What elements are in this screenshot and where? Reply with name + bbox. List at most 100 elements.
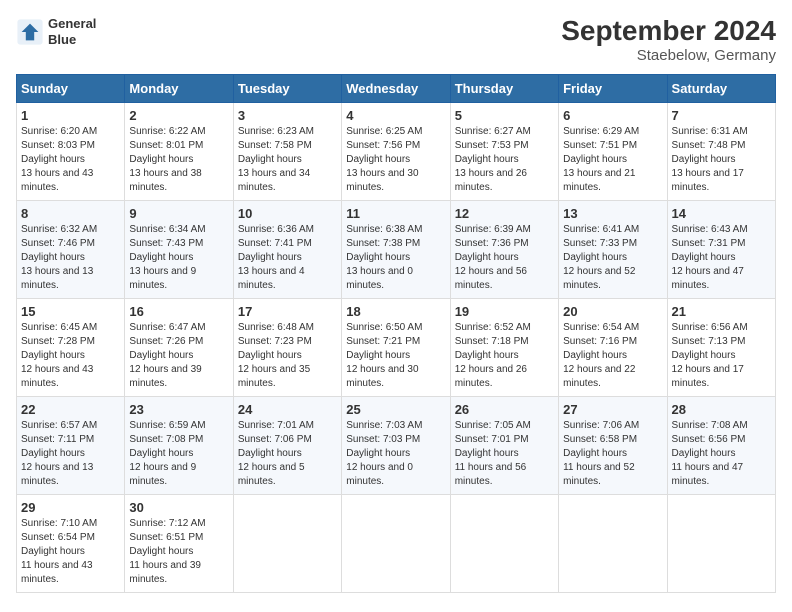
calendar-cell: 21Sunrise: 6:56 AMSunset: 7:13 PMDayligh… [667, 298, 775, 396]
weekday-header-row: SundayMondayTuesdayWednesdayThursdayFrid… [17, 74, 776, 102]
day-info: Sunrise: 6:57 AMSunset: 7:11 PMDaylight … [21, 419, 120, 489]
calendar-cell: 24Sunrise: 7:01 AMSunset: 7:06 PMDayligh… [233, 396, 341, 494]
calendar-cell: 2Sunrise: 6:22 AMSunset: 8:01 PMDaylight… [125, 102, 233, 200]
day-number: 14 [672, 206, 771, 221]
day-info: Sunrise: 6:27 AMSunset: 7:53 PMDaylight … [455, 125, 554, 195]
day-number: 25 [346, 402, 445, 417]
weekday-header-monday: Monday [125, 74, 233, 102]
day-info: Sunrise: 6:52 AMSunset: 7:18 PMDaylight … [455, 321, 554, 391]
day-number: 16 [129, 304, 228, 319]
calendar-cell: 13Sunrise: 6:41 AMSunset: 7:33 PMDayligh… [559, 200, 667, 298]
calendar-cell: 16 Sunrise: 6:47 AMSunset: 7:26 PMDayligh… [125, 298, 233, 396]
day-number: 7 [672, 108, 771, 123]
day-number: 22 [21, 402, 120, 417]
day-number: 6 [563, 108, 662, 123]
calendar-cell [342, 494, 450, 592]
calendar-cell: 14Sunrise: 6:43 AMSunset: 7:31 PMDayligh… [667, 200, 775, 298]
day-info: Sunrise: 7:08 AMSunset: 6:56 PMDaylight … [672, 419, 771, 489]
day-number: 26 [455, 402, 554, 417]
calendar-cell: 25 Sunrise: 7:03 AMSunset: 7:03 PMDayligh… [342, 396, 450, 494]
day-number: 27 [563, 402, 662, 417]
day-info: Sunrise: 6:20 AMSunset: 8:03 PMDaylight … [21, 125, 120, 195]
week-row-4: 22 Sunrise: 6:57 AMSunset: 7:11 PMDayligh… [17, 396, 776, 494]
week-row-3: 15 Sunrise: 6:45 AMSunset: 7:28 PMDayligh… [17, 298, 776, 396]
calendar-cell [450, 494, 558, 592]
calendar-cell: 10Sunrise: 6:36 AMSunset: 7:41 PMDayligh… [233, 200, 341, 298]
calendar-cell: 30 Sunrise: 7:12 AMSunset: 6:51 PMDayligh… [125, 494, 233, 592]
weekday-header-thursday: Thursday [450, 74, 558, 102]
day-number: 8 [21, 206, 120, 221]
day-info: Sunrise: 6:25 AMSunset: 7:56 PMDaylight … [346, 125, 445, 195]
day-number: 19 [455, 304, 554, 319]
calendar-cell: 4 Sunrise: 6:25 AMSunset: 7:56 PMDaylight… [342, 102, 450, 200]
calendar-cell: 5 Sunrise: 6:27 AMSunset: 7:53 PMDaylight… [450, 102, 558, 200]
day-info: Sunrise: 6:59 AMSunset: 7:08 PMDaylight … [129, 419, 228, 489]
day-info: Sunrise: 6:38 AMSunset: 7:38 PMDaylight … [346, 223, 445, 293]
calendar-cell [559, 494, 667, 592]
week-row-1: 1 Sunrise: 6:20 AMSunset: 8:03 PMDaylight… [17, 102, 776, 200]
day-number: 15 [21, 304, 120, 319]
day-info: Sunrise: 7:06 AMSunset: 6:58 PMDaylight … [563, 419, 662, 489]
page-subtitle: Staebelow, Germany [561, 47, 776, 64]
weekday-header-saturday: Saturday [667, 74, 775, 102]
day-info: Sunrise: 6:50 AMSunset: 7:21 PMDaylight … [346, 321, 445, 391]
day-number: 23 [129, 402, 228, 417]
logo-icon [16, 18, 44, 46]
day-info: Sunrise: 6:32 AMSunset: 7:46 PMDaylight … [21, 223, 120, 293]
day-info: Sunrise: 6:48 AMSunset: 7:23 PMDaylight … [238, 321, 337, 391]
calendar-cell: 11 Sunrise: 6:38 AMSunset: 7:38 PMDayligh… [342, 200, 450, 298]
calendar-cell: 6 Sunrise: 6:29 AMSunset: 7:51 PMDaylight… [559, 102, 667, 200]
calendar-cell: 26 Sunrise: 7:05 AMSunset: 7:01 PMDayligh… [450, 396, 558, 494]
calendar-cell: 12 Sunrise: 6:39 AMSunset: 7:36 PMDayligh… [450, 200, 558, 298]
day-info: Sunrise: 6:39 AMSunset: 7:36 PMDaylight … [455, 223, 554, 293]
day-info: Sunrise: 6:31 AMSunset: 7:48 PMDaylight … [672, 125, 771, 195]
day-number: 18 [346, 304, 445, 319]
day-info: Sunrise: 6:34 AMSunset: 7:43 PMDaylight … [129, 223, 228, 293]
calendar-cell: 20 Sunrise: 6:54 AMSunset: 7:16 PMDayligh… [559, 298, 667, 396]
calendar-cell: 7 Sunrise: 6:31 AMSunset: 7:48 PMDaylight… [667, 102, 775, 200]
calendar-cell: 19 Sunrise: 6:52 AMSunset: 7:18 PMDayligh… [450, 298, 558, 396]
day-number: 3 [238, 108, 337, 123]
day-number: 12 [455, 206, 554, 221]
day-number: 5 [455, 108, 554, 123]
day-number: 4 [346, 108, 445, 123]
day-number: 11 [346, 206, 445, 221]
weekday-header-friday: Friday [559, 74, 667, 102]
day-info: Sunrise: 6:22 AMSunset: 8:01 PMDaylight … [129, 125, 228, 195]
calendar-cell: 15 Sunrise: 6:45 AMSunset: 7:28 PMDayligh… [17, 298, 125, 396]
day-info: Sunrise: 6:56 AMSunset: 7:13 PMDaylight … [672, 321, 771, 391]
calendar-cell: 3 Sunrise: 6:23 AMSunset: 7:58 PMDaylight… [233, 102, 341, 200]
weekday-header-wednesday: Wednesday [342, 74, 450, 102]
day-number: 29 [21, 500, 120, 515]
logo-line1: General [48, 16, 96, 32]
day-number: 9 [129, 206, 228, 221]
day-info: Sunrise: 6:47 AMSunset: 7:26 PMDaylight … [129, 321, 228, 391]
day-number: 1 [21, 108, 120, 123]
weekday-header-sunday: Sunday [17, 74, 125, 102]
day-info: Sunrise: 7:03 AMSunset: 7:03 PMDaylight … [346, 419, 445, 489]
day-info: Sunrise: 6:29 AMSunset: 7:51 PMDaylight … [563, 125, 662, 195]
day-info: Sunrise: 7:12 AMSunset: 6:51 PMDaylight … [129, 517, 228, 587]
day-info: Sunrise: 6:23 AMSunset: 7:58 PMDaylight … [238, 125, 337, 195]
day-number: 20 [563, 304, 662, 319]
day-info: Sunrise: 6:54 AMSunset: 7:16 PMDaylight … [563, 321, 662, 391]
day-number: 13 [563, 206, 662, 221]
calendar-cell: 27 Sunrise: 7:06 AMSunset: 6:58 PMDayligh… [559, 396, 667, 494]
logo-text: General Blue [48, 16, 96, 47]
day-number: 17 [238, 304, 337, 319]
day-number: 28 [672, 402, 771, 417]
calendar-cell: 9 Sunrise: 6:34 AMSunset: 7:43 PMDaylight… [125, 200, 233, 298]
title-block: September 2024 Staebelow, Germany [561, 16, 776, 64]
calendar-cell: 18 Sunrise: 6:50 AMSunset: 7:21 PMDayligh… [342, 298, 450, 396]
calendar-cell [233, 494, 341, 592]
page-title: September 2024 [561, 16, 776, 47]
day-info: Sunrise: 7:05 AMSunset: 7:01 PMDaylight … [455, 419, 554, 489]
day-info: Sunrise: 7:10 AMSunset: 6:54 PMDaylight … [21, 517, 120, 587]
logo-line2: Blue [48, 32, 96, 48]
calendar-cell [667, 494, 775, 592]
calendar-cell: 28 Sunrise: 7:08 AMSunset: 6:56 PMDayligh… [667, 396, 775, 494]
logo: General Blue [16, 16, 96, 47]
day-info: Sunrise: 6:45 AMSunset: 7:28 PMDaylight … [21, 321, 120, 391]
day-number: 30 [129, 500, 228, 515]
day-number: 24 [238, 402, 337, 417]
